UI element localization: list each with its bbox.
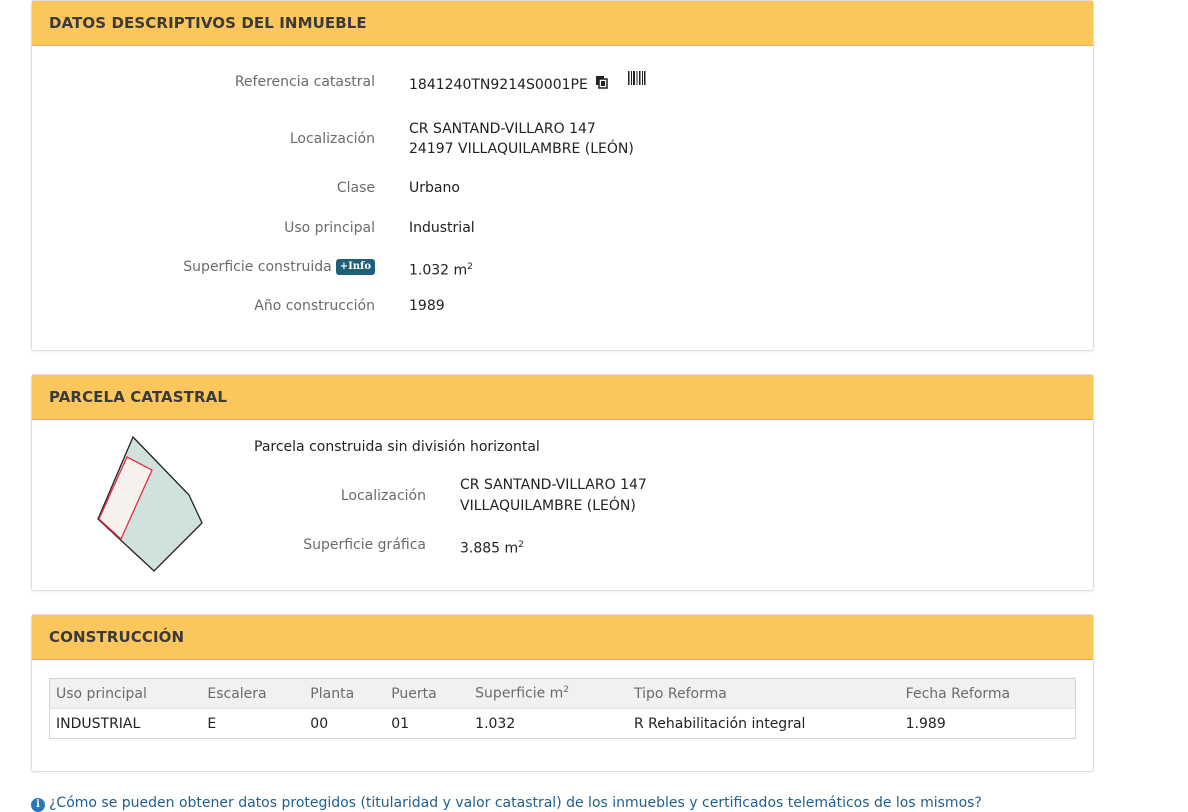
referencia-catastral-value[interactable]: 1841240TN9214S0001PE bbox=[409, 77, 588, 93]
parcela-tipo: Parcela construida sin división horizont… bbox=[254, 439, 540, 455]
datos-descriptivos-heading: DATOS DESCRIPTIVOS DEL INMUEBLE bbox=[32, 1, 1093, 46]
barcode-icon[interactable] bbox=[627, 71, 646, 91]
superficie-construida-value: 1.032 m bbox=[409, 262, 468, 279]
datos-protegidos-link-row: i ¿Cómo se pueden obtener datos protegido… bbox=[31, 795, 982, 812]
table-header-row: Uso principal Escalera Planta Puerta Sup… bbox=[49, 678, 1076, 709]
col-header-superficie-text: Superficie m bbox=[475, 685, 564, 702]
parcela-localizacion-line1: CR SANTAND-VILLARO 147 bbox=[460, 477, 647, 493]
parcela-catastral-heading: PARCELA CATASTRAL bbox=[32, 375, 1093, 420]
info-icon: i bbox=[31, 798, 45, 812]
cell-uso-principal: INDUSTRIAL bbox=[56, 715, 141, 732]
localizacion-line1: CR SANTAND-VILLARO 147 bbox=[409, 121, 596, 137]
construccion-table: Uso principal Escalera Planta Puerta Sup… bbox=[49, 678, 1076, 739]
col-header-superficie-exponent: 2 bbox=[563, 685, 570, 696]
referencia-catastral-label: Referencia catastral bbox=[234, 74, 375, 90]
superficie-construida-exponent: 2 bbox=[467, 262, 473, 272]
superficie-grafica-exponent: 2 bbox=[518, 540, 524, 550]
localizacion-label: Localización bbox=[289, 131, 375, 147]
parcela-catastral-title: PARCELA CATASTRAL bbox=[49, 388, 228, 406]
construccion-panel: CONSTRUCCIÓN Uso principal Escalera Plan… bbox=[31, 614, 1094, 772]
cell-escalera: E bbox=[207, 715, 217, 732]
cell-tipo-reforma: R Rehabilitación integral bbox=[634, 715, 806, 732]
parcela-localizacion-label: Localización bbox=[340, 488, 426, 504]
anio-construccion-label: Año construcción bbox=[254, 298, 375, 314]
superficie-construida-label-group: Superficie construida +Info bbox=[32, 257, 375, 277]
datos-descriptivos-title: DATOS DESCRIPTIVOS DEL INMUEBLE bbox=[49, 14, 367, 32]
datos-protegidos-link[interactable]: ¿Cómo se pueden obtener datos protegidos… bbox=[49, 795, 982, 811]
col-header-escalera: Escalera bbox=[201, 678, 305, 709]
cell-superficie: 1.032 bbox=[475, 715, 516, 732]
parcela-localizacion-line2: VILLAQUILAMBRE (LEÓN) bbox=[460, 498, 636, 514]
table-row: INDUSTRIAL E 00 01 1.032 R Rehabilitació… bbox=[50, 709, 1076, 739]
col-header-fecha-reforma: Fecha Reforma bbox=[899, 678, 1076, 709]
datos-descriptivos-panel: DATOS DESCRIPTIVOS DEL INMUEBLE Referenc… bbox=[31, 0, 1094, 351]
construccion-heading: CONSTRUCCIÓN bbox=[32, 615, 1093, 660]
uso-principal-value: Industrial bbox=[409, 220, 475, 236]
anio-construccion-value: 1989 bbox=[409, 298, 445, 314]
info-badge[interactable]: +Info bbox=[335, 259, 375, 275]
clase-label: Clase bbox=[336, 180, 375, 196]
superficie-grafica-value-group: 3.885 m2 bbox=[460, 535, 524, 559]
copy-icon[interactable] bbox=[595, 75, 609, 95]
cell-puerta: 01 bbox=[391, 715, 410, 732]
col-header-puerta: Puerta bbox=[385, 678, 470, 709]
superficie-construida-value-group: 1.032 m2 bbox=[409, 257, 473, 281]
clase-value: Urbano bbox=[409, 180, 460, 196]
parcela-catastral-panel: PARCELA CATASTRAL Parcela construida sin… bbox=[31, 374, 1094, 591]
superficie-grafica-label: Superficie gráfica bbox=[303, 537, 426, 553]
localizacion-line2: 24197 VILLAQUILAMBRE (LEÓN) bbox=[409, 141, 634, 157]
uso-principal-label: Uso principal bbox=[284, 220, 375, 236]
construccion-title: CONSTRUCCIÓN bbox=[49, 628, 185, 646]
superficie-grafica-value: 3.885 m bbox=[460, 540, 519, 557]
referencia-catastral-value-group: 1841240TN9214S0001PE bbox=[409, 71, 646, 95]
col-header-uso-principal: Uso principal bbox=[49, 678, 202, 709]
cell-planta: 00 bbox=[310, 715, 329, 732]
col-header-tipo-reforma: Tipo Reforma bbox=[628, 678, 900, 709]
superficie-construida-label: Superficie construida bbox=[183, 259, 332, 275]
col-header-planta: Planta bbox=[304, 678, 386, 709]
cell-fecha-reforma: 1.989 bbox=[905, 715, 946, 732]
col-header-superficie: Superficie m2 bbox=[469, 678, 628, 709]
